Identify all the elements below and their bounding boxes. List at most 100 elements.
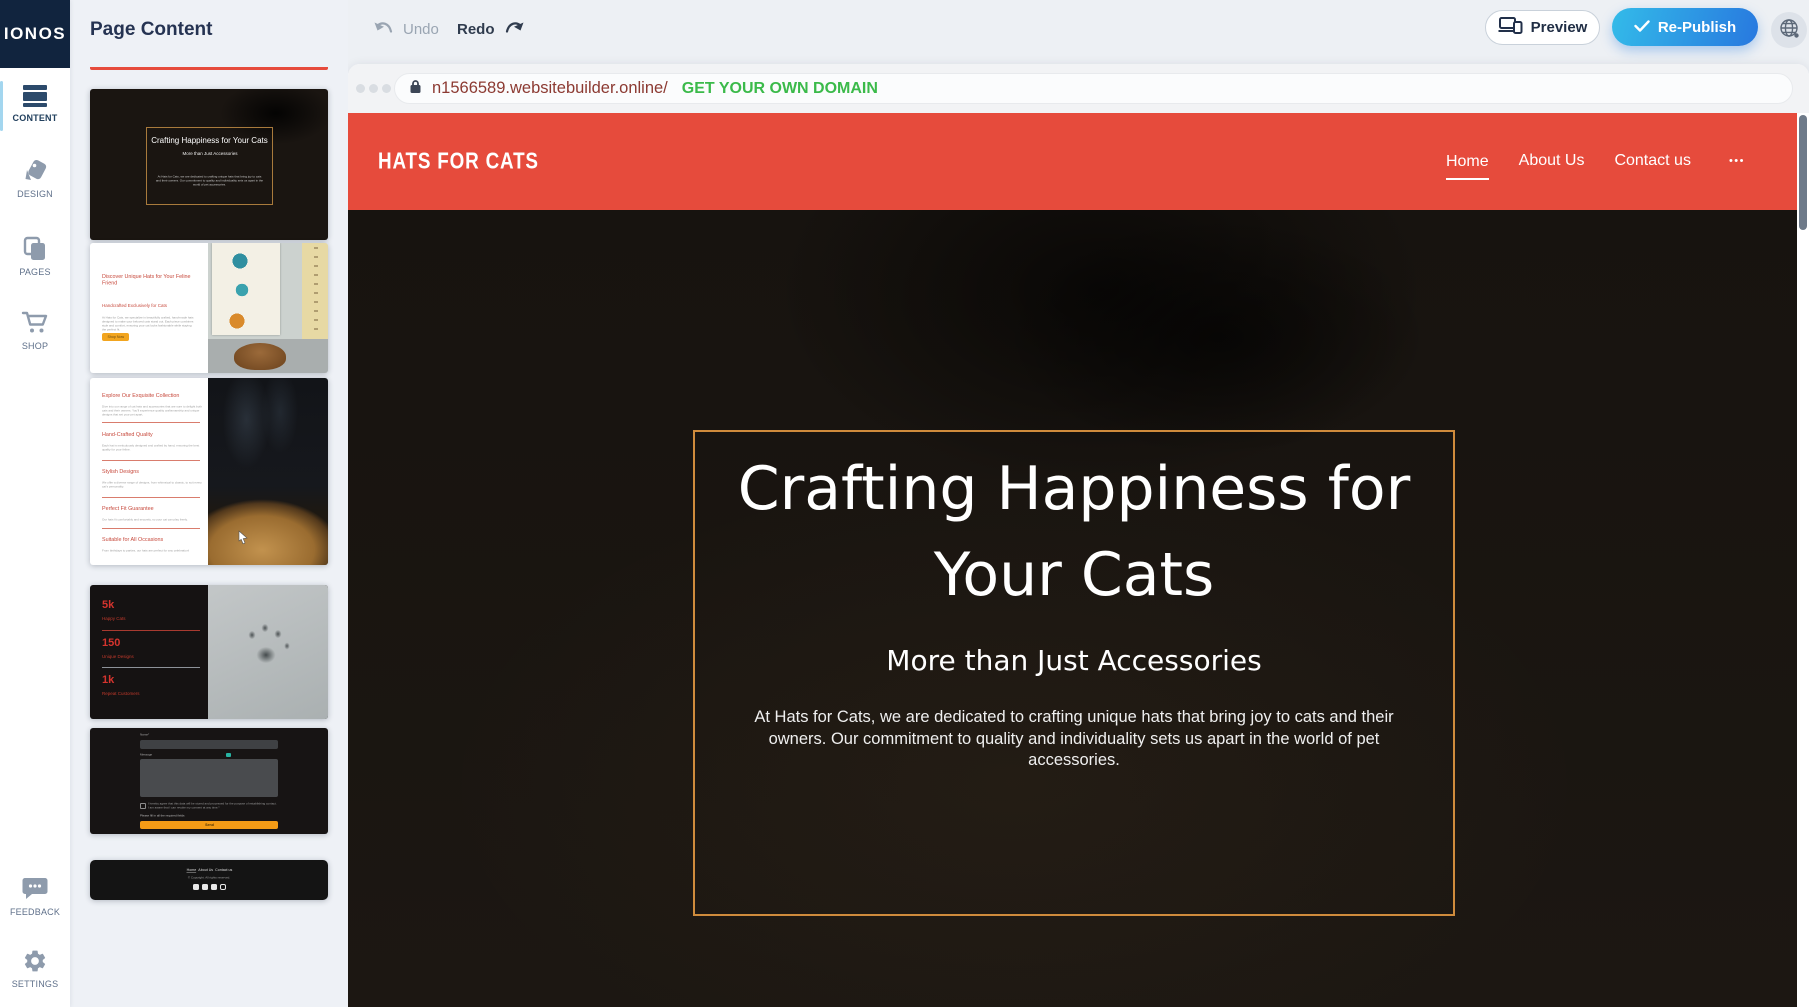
sidebar-item-content[interactable]: CONTENT [0,84,70,123]
sidebar-item-pages[interactable]: PAGES [0,236,70,277]
page-content-panel: Page Content Crafting Happiness for Your… [70,0,348,1007]
thumb-required-note: Please fill in all the required fields [140,814,278,818]
thumb-consent-text: I hereby agree that this data will be st… [148,802,278,810]
cat-photo-graphic [234,343,286,370]
feedback-chat-icon [0,876,70,902]
thumbnail-stats-section[interactable]: 5k Happy Cats 150 Unique Designs 1k Repe… [90,585,328,719]
hero-body-text: At Hats for Cats, we are dedicated to cr… [729,707,1419,772]
thumb-form-name-input [140,740,278,749]
lock-icon [409,79,422,99]
thumb-divider [102,630,200,631]
republish-button[interactable]: Re-Publish [1612,8,1758,46]
site-url[interactable]: n1566589.websitebuilder.online/ [432,79,668,98]
thumb-divider [102,497,200,498]
nav-item-about[interactable]: About Us [1519,152,1585,172]
thumb-ai-assist-icon [226,753,231,757]
thumbnail-features-section[interactable]: Explore Our Exquisite Collection Dive in… [90,378,328,565]
thumb-feature-heading: Stylish Designs [102,468,206,475]
republish-label: Re-Publish [1658,19,1736,36]
site-preview-frame: n1566589.websitebuilder.online/ GET YOUR… [348,64,1809,1007]
devices-icon [1498,17,1523,38]
sidebar-item-label: CONTENT [0,113,70,123]
thumb-discover-heading: Discover Unique Hats for Your Feline Fri… [102,273,200,287]
thumb-streetfood-photo [208,243,328,373]
sidebar-item-feedback[interactable]: FEEDBACK [0,876,70,917]
thumb-hero-body: At Hats for Cats, we are dedicated to cr… [155,175,264,187]
hero-section[interactable]: Crafting Happiness for Your Cats More th… [348,210,1797,1007]
thumb-divider [102,528,200,529]
thumb-stat-label: Happy Cats [102,616,200,622]
thumb-footer-nav: Home About Us Contact us [90,868,328,872]
preview-scrollbar-thumb[interactable] [1799,115,1807,230]
sidebar-item-label: SETTINGS [0,979,70,989]
chrome-dot [382,84,391,93]
undo-label: Undo [403,21,439,38]
thumb-send-label: Send [140,823,278,827]
thumb-feature-body: Dive into our range of cat hats and acce… [102,405,202,417]
panel-title: Page Content [90,19,212,41]
thumb-hero-frame: Crafting Happiness for Your Cats More th… [146,127,273,205]
thumb-pawprint-photo [208,585,328,719]
preview-button[interactable]: Preview [1485,10,1600,45]
thumb-stat-value: 5k [102,599,114,611]
sidebar-item-shop[interactable]: SHOP [0,310,70,351]
sidebar-item-label: DESIGN [0,189,70,199]
thumb-feature-heading: Perfect Fit Guarantee [102,505,206,512]
sidebar-item-label: SHOP [0,341,70,351]
thumb-shop-now-button: Shop Now [102,333,129,341]
website-canvas: HATS FOR CATS Home About Us Contact us •… [348,113,1797,1007]
thumbnail-contact-form-section[interactable]: Name* Message I hereby agree that this d… [90,728,328,834]
sidebar-item-settings[interactable]: SETTINGS [0,948,70,989]
undo-button[interactable]: Undo [373,21,439,38]
pages-copy-icon [0,236,70,262]
thumb-shop-now-label: Shop Now [102,335,129,339]
thumb-divider [102,460,200,461]
thumb-stat-value: 150 [102,637,120,649]
menu-board-graphic [212,243,280,335]
thumb-send-button: Send [140,821,278,829]
app-sidebar: IONOS CONTENT DESIGN PAGES SHOP [0,0,70,1007]
thumb-discover-body: At Hats for Cats, we specialize in beaut… [102,316,196,332]
site-logo[interactable]: HATS FOR CATS [378,147,539,174]
thumb-feature-body: From birthdays to parties, our hats are … [102,549,202,553]
thumb-stat-value: 1k [102,674,114,686]
active-indicator [0,81,3,131]
thumb-feature-body: Each hat is meticulously designed and cr… [102,444,202,452]
thumb-consent-checkbox [140,803,146,809]
thumb-feature-heading: Hand-Crafted Quality [102,431,206,438]
domain-globe-button[interactable] [1771,12,1807,48]
thumb-stat-label: Unique Designs [102,654,200,660]
redo-button[interactable]: Redo [457,21,525,38]
thumb-hero-subtitle: More than Just Accessories [147,151,272,157]
browser-chrome-bar: n1566589.websitebuilder.online/ GET YOUR… [348,64,1809,113]
social-icon [202,884,208,890]
thumb-feature-body: Our hats fit comfortably and securely, s… [102,518,202,522]
nav-overflow-menu[interactable]: ••• [1729,155,1745,169]
thumbnail-hero-section[interactable]: Crafting Happiness for Your Cats More th… [90,89,328,240]
thumb-form-name-label: Name* [140,733,278,737]
hero-subtitle: More than Just Accessories [695,644,1453,677]
sidebar-item-label: FEEDBACK [0,907,70,917]
sidebar-item-label: PAGES [0,267,70,277]
get-your-own-domain-link[interactable]: GET YOUR OWN DOMAIN [682,80,878,98]
thumb-hero-title: Crafting Happiness for Your Cats [147,128,272,147]
thumbnail-footer-section[interactable]: Home About Us Contact us © Copyright. Al… [90,860,328,900]
nav-item-contact[interactable]: Contact us [1614,152,1690,172]
undo-icon [373,21,395,38]
hero-text-block[interactable]: Crafting Happiness for Your Cats More th… [693,430,1455,916]
chrome-dot [356,84,365,93]
thumb-discover-subheading-wrap: Handcrafted Exclusively for Cats [102,303,200,314]
sidebar-item-design[interactable]: DESIGN [0,158,70,199]
gear-icon [0,948,70,974]
social-icon [193,884,199,890]
redo-label: Redo [457,21,495,38]
nav-item-home[interactable]: Home [1446,153,1489,180]
thumbnail-header-sliver[interactable] [90,67,328,70]
hero-title-line1: Crafting Happiness for [695,446,1453,532]
thumbnail-discover-section[interactable]: Discover Unique Hats for Your Feline Fri… [90,243,328,373]
chrome-dot [369,84,378,93]
mouse-cursor [238,530,248,549]
site-header[interactable]: HATS FOR CATS Home About Us Contact us •… [348,113,1797,210]
shopping-cart-icon [0,310,70,336]
address-bar[interactable]: n1566589.websitebuilder.online/ GET YOUR… [394,73,1793,104]
